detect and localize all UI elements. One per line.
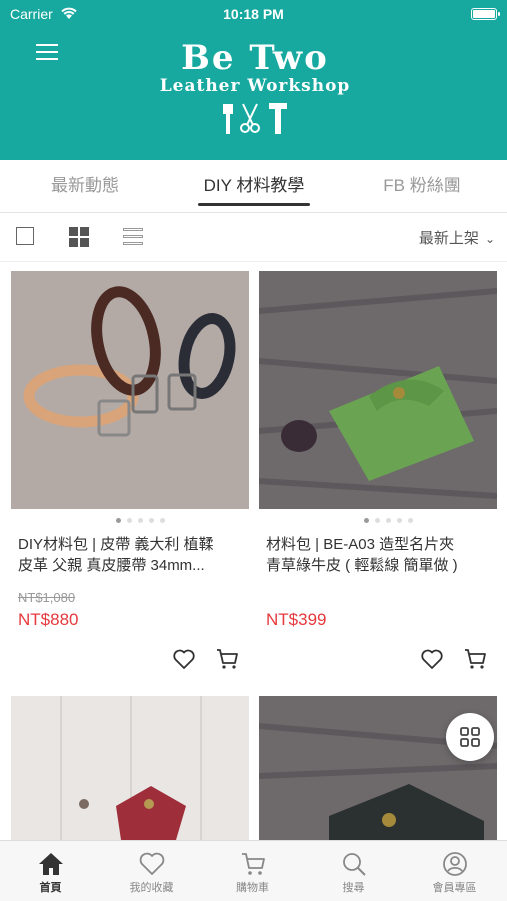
- nav-label: 首頁: [39, 882, 62, 894]
- leather-tools-icon: [223, 103, 287, 134]
- list-view-icon[interactable]: [123, 228, 143, 246]
- original-price: NT$1,080: [18, 590, 76, 605]
- member-icon: [442, 852, 467, 876]
- nav-label: 購物車: [236, 882, 269, 894]
- tab-fb-fans[interactable]: FB 粉絲團: [352, 160, 492, 212]
- sort-dropdown[interactable]: 最新上架 ⌄: [419, 227, 495, 248]
- product-name[interactable]: 材料包 | BE-A03 造型名片夾 青草綠牛皮 ( 輕鬆線 簡單做 ): [266, 534, 498, 576]
- search-icon: [342, 853, 366, 876]
- tab-label: DIY 材料教學: [203, 176, 305, 195]
- sort-label: 最新上架: [418, 230, 479, 247]
- nav-cart[interactable]: 購物車: [202, 841, 303, 901]
- nav-home[interactable]: 首頁: [0, 841, 101, 901]
- product-name-line1: 材料包 | BE-A03 造型名片夾: [266, 536, 455, 553]
- tab-latest-news[interactable]: 最新動態: [15, 160, 155, 212]
- hamburger-menu-icon[interactable]: [36, 44, 58, 62]
- bottom-navigation: 首頁 我的收藏 購物車 搜尋 會員專區: [0, 840, 507, 901]
- chevron-down-icon: ⌄: [484, 232, 495, 246]
- product-card[interactable]: [11, 271, 249, 509]
- heart-icon: [139, 852, 164, 875]
- nav-label: 會員專區: [432, 882, 477, 894]
- brand-logo: Be Two Leather Workshop: [120, 40, 390, 136]
- product-name-line1: DIY材料包 | 皮帶 義大利 植鞣: [18, 536, 214, 553]
- active-tab-indicator: [198, 203, 310, 206]
- nav-label: 我的收藏: [129, 882, 174, 894]
- grid-view-icon[interactable]: [69, 227, 89, 247]
- tab-label: 最新動態: [51, 176, 119, 195]
- heart-icon[interactable]: [172, 647, 196, 671]
- product-name-line2: 青草綠牛皮 ( 輕鬆線 簡單做 ): [266, 557, 458, 574]
- product-card[interactable]: [259, 271, 497, 509]
- nav-search[interactable]: 搜尋: [303, 841, 404, 901]
- battery-icon: [471, 8, 500, 20]
- home-icon: [38, 853, 63, 875]
- nav-label: 搜尋: [342, 882, 365, 894]
- sale-price: NT$399: [266, 610, 327, 629]
- cart-icon: [241, 853, 265, 875]
- nav-member[interactable]: 會員專區: [404, 841, 505, 901]
- status-bar: Carrier 10:18 PM: [0, 6, 507, 24]
- sale-price: NT$880: [18, 610, 79, 629]
- view-toolbar: 最新上架 ⌄: [0, 213, 507, 262]
- single-view-icon[interactable]: [16, 227, 34, 245]
- product-card[interactable]: [11, 696, 249, 840]
- grid-icon: [460, 727, 480, 747]
- tab-diy-tutorial[interactable]: DIY 材料教學: [184, 160, 324, 212]
- product-name[interactable]: DIY材料包 | 皮帶 義大利 植鞣 皮革 父親 真皮腰帶 34mm...: [18, 534, 250, 576]
- tab-label: FB 粉絲團: [383, 176, 461, 195]
- category-grid-button[interactable]: [446, 713, 494, 761]
- product-name-line2: 皮革 父親 真皮腰帶 34mm...: [18, 557, 205, 574]
- heart-icon[interactable]: [420, 647, 444, 671]
- product-image-card-holder[interactable]: [259, 271, 497, 509]
- status-time: 10:18 PM: [223, 6, 284, 22]
- brand-subtitle: Leather Workshop: [159, 76, 351, 96]
- brand-title: Be Two: [181, 38, 329, 78]
- cart-icon[interactable]: [215, 647, 239, 671]
- nav-favorites[interactable]: 我的收藏: [101, 841, 202, 901]
- product-image-belts[interactable]: [11, 271, 249, 509]
- top-tabs: 最新動態 DIY 材料教學 FB 粉絲團: [0, 160, 507, 213]
- app-header: Carrier 10:18 PM Be Two Leather Workshop: [0, 0, 507, 160]
- product-image-red-wallet[interactable]: [11, 696, 249, 840]
- cart-icon[interactable]: [463, 647, 487, 671]
